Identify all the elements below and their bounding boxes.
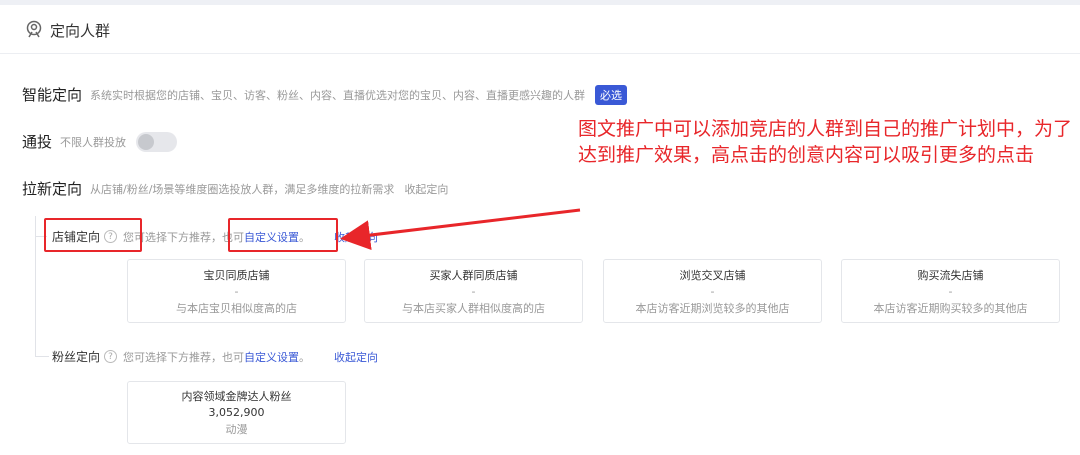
store-collapse-link[interactable]: 收起定向: [334, 229, 378, 245]
divider: [0, 53, 1080, 54]
store-card[interactable]: 买家人群同质店铺 - 与本店买家人群相似度高的店: [364, 259, 583, 323]
targeting-people-icon: [24, 20, 44, 40]
store-card[interactable]: 购买流失店铺 - 本店访客近期购买较多的其他店: [841, 259, 1060, 323]
broadcast-row: 通投 不限人群投放: [22, 131, 178, 152]
smart-targeting-desc: 系统实时根据您的店铺、宝贝、访客、粉丝、内容、直播优选对您的宝贝、内容、直播更感…: [90, 88, 586, 102]
fan-hint: 您可选择下方推荐，也可: [123, 350, 245, 364]
toggle-knob: [138, 133, 155, 150]
card-desc: 与本店宝贝相似度高的店: [176, 302, 297, 315]
card-title: 买家人群同质店铺: [429, 269, 518, 282]
acquire-row: 拉新定向 从店铺/粉丝/场景等维度圈选投放人群，满足多维度的拉新需求 收起定向: [22, 178, 448, 199]
acquire-desc: 从店铺/粉丝/场景等维度圈选投放人群，满足多维度的拉新需求: [90, 182, 395, 196]
fan-targeting-row: 粉丝定向 ? 您可选择下方推荐，也可 自定义设置 。 收起定向: [52, 348, 378, 365]
broadcast-label: 通投: [22, 133, 53, 151]
card-desc: 本店访客近期购买较多的其他店: [873, 302, 1028, 315]
card-title: 宝贝同质店铺: [203, 269, 270, 282]
tree-branch: [35, 356, 49, 357]
smart-targeting-row: 智能定向 系统实时根据您的店铺、宝贝、访客、粉丝、内容、直播优选对您的宝贝、内容…: [22, 84, 628, 105]
store-card[interactable]: 宝贝同质店铺 - 与本店宝贝相似度高的店: [127, 259, 346, 323]
broadcast-desc: 不限人群投放: [60, 135, 127, 149]
section-header: 定向人群: [24, 18, 110, 42]
highlight-box-custom-settings: [228, 218, 338, 252]
card-value: -: [710, 285, 715, 298]
card-title: 购买流失店铺: [917, 269, 984, 282]
broadcast-toggle[interactable]: [136, 131, 178, 152]
acquire-collapse-link[interactable]: 收起定向: [404, 181, 448, 197]
section-title: 定向人群: [50, 21, 111, 40]
annotation-text: 图文推广中可以添加竞店的人群到自己的推广计划中，为了达到推广效果，高点击的创意内…: [578, 118, 1073, 166]
card-value: 3,052,900: [208, 406, 265, 419]
top-bar: [0, 0, 1080, 5]
card-title: 浏览交叉店铺: [679, 269, 746, 282]
required-badge: 必选: [595, 84, 628, 105]
tree-line: [35, 216, 36, 356]
fan-targeting-label: 粉丝定向: [52, 350, 101, 364]
store-card[interactable]: 浏览交叉店铺 - 本店访客近期浏览较多的其他店: [603, 259, 822, 323]
card-title: 内容领域金牌达人粉丝: [181, 390, 292, 403]
card-desc: 本店访客近期浏览较多的其他店: [635, 302, 790, 315]
card-value: -: [948, 285, 953, 298]
fan-custom-settings-link[interactable]: 自定义设置: [244, 349, 299, 365]
card-desc: 与本店买家人群相似度高的店: [402, 302, 545, 315]
acquire-label: 拉新定向: [22, 180, 83, 198]
card-value: -: [471, 285, 476, 298]
fan-collapse-link[interactable]: 收起定向: [334, 349, 378, 365]
card-desc: 动漫: [225, 423, 248, 436]
fan-card[interactable]: 内容领域金牌达人粉丝 3,052,900 动漫: [127, 381, 346, 444]
smart-targeting-label: 智能定向: [22, 86, 83, 104]
highlight-box-store-label: [44, 218, 142, 252]
help-icon[interactable]: ?: [104, 350, 118, 363]
card-value: -: [234, 285, 239, 298]
fan-hint-suffix: 。: [299, 350, 311, 364]
